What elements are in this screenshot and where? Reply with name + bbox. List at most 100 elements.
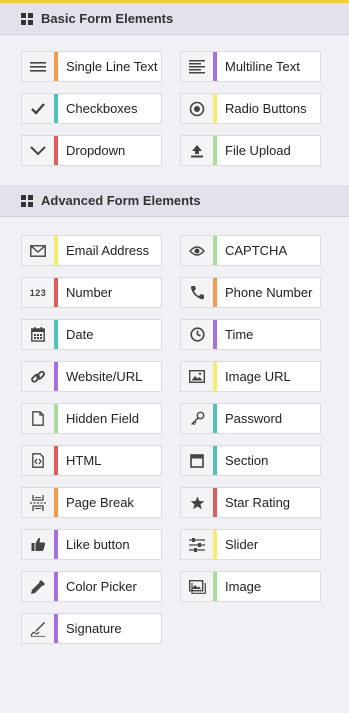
field-item-date[interactable]: Date xyxy=(21,319,162,350)
field-item-slider[interactable]: Slider xyxy=(180,529,321,560)
field-item-image[interactable]: Image xyxy=(180,571,321,602)
field-item-label: Multiline Text xyxy=(225,59,300,74)
color-bar xyxy=(213,320,217,349)
field-item-label: File Upload xyxy=(225,143,291,158)
field-item-captcha[interactable]: CAPTCHA xyxy=(180,235,321,266)
field-item-label: Color Picker xyxy=(66,579,137,594)
color-bar xyxy=(213,488,217,517)
color-bar xyxy=(213,136,217,165)
field-item-email-address[interactable]: Email Address xyxy=(21,235,162,266)
field-item-section[interactable]: Section xyxy=(180,445,321,476)
color-bar xyxy=(54,236,58,265)
phone-icon xyxy=(181,278,213,307)
field-item-time[interactable]: Time xyxy=(180,319,321,350)
image-icon xyxy=(181,572,213,601)
color-bar xyxy=(54,488,58,517)
chevron-down-icon xyxy=(22,136,54,165)
calendar-icon xyxy=(22,320,54,349)
field-item-label: Date xyxy=(66,327,94,342)
basic-section-title: Basic Form Elements xyxy=(41,11,174,26)
field-item-password[interactable]: Password xyxy=(180,403,321,434)
paragraph-icon xyxy=(181,52,213,81)
clock-icon xyxy=(181,320,213,349)
field-item-label: CAPTCHA xyxy=(225,243,288,258)
field-item-signature[interactable]: Signature xyxy=(21,613,162,644)
field-item-label: Image xyxy=(225,579,262,594)
color-bar xyxy=(213,572,217,601)
field-item-label: Single Line Text xyxy=(66,59,158,74)
field-item-hidden-field[interactable]: Hidden Field xyxy=(21,403,162,434)
field-item-file-upload[interactable]: File Upload xyxy=(180,135,321,166)
color-bar xyxy=(213,278,217,307)
field-item-label: Radio Buttons xyxy=(225,101,307,116)
section-icon xyxy=(181,446,213,475)
thumbs-up-icon xyxy=(22,530,54,559)
number-icon: 123 xyxy=(22,278,54,307)
field-item-radio-buttons[interactable]: Radio Buttons xyxy=(180,93,321,124)
field-item-label: Email Address xyxy=(66,243,150,258)
color-bar xyxy=(213,446,217,475)
field-item-label: HTML xyxy=(66,453,102,468)
field-item-image-url[interactable]: Image URL xyxy=(180,361,321,392)
radio-icon xyxy=(181,94,213,123)
field-item-label: Like button xyxy=(66,537,130,552)
field-item-label: Page Break xyxy=(66,495,134,510)
field-item-label: Signature xyxy=(66,621,122,636)
star-icon xyxy=(181,488,213,517)
color-bar xyxy=(54,136,58,165)
field-item-phone-number[interactable]: Phone Number xyxy=(180,277,321,308)
basic-section-header[interactable]: Basic Form Elements xyxy=(0,3,349,35)
check-icon xyxy=(22,94,54,123)
color-bar xyxy=(54,52,58,81)
grid-icon xyxy=(21,195,33,207)
color-bar xyxy=(54,404,58,433)
advanced-section-title: Advanced Form Elements xyxy=(41,193,201,208)
field-item-multiline-text[interactable]: Multiline Text xyxy=(180,51,321,82)
field-item-website-url[interactable]: Website/URL xyxy=(21,361,162,392)
slider-icon xyxy=(181,530,213,559)
link-icon xyxy=(22,362,54,391)
field-item-number[interactable]: 123 Number xyxy=(21,277,162,308)
field-item-html[interactable]: HTML xyxy=(21,445,162,476)
field-item-label: Dropdown xyxy=(66,143,126,158)
advanced-section-header[interactable]: Advanced Form Elements xyxy=(0,185,349,217)
color-bar xyxy=(213,94,217,123)
color-bar xyxy=(54,278,58,307)
color-bar xyxy=(213,236,217,265)
grid-icon xyxy=(21,13,33,25)
image-url-icon xyxy=(181,362,213,391)
field-item-label: Section xyxy=(225,453,269,468)
field-item-single-line-text[interactable]: Single Line Text xyxy=(21,51,162,82)
code-file-icon xyxy=(22,446,54,475)
field-item-dropdown[interactable]: Dropdown xyxy=(21,135,162,166)
field-item-label: Checkboxes xyxy=(66,101,138,116)
icon-text: 123 xyxy=(29,287,47,298)
color-bar xyxy=(54,446,58,475)
pen-icon xyxy=(22,614,54,643)
color-bar xyxy=(54,94,58,123)
field-item-like-button[interactable]: Like button xyxy=(21,529,162,560)
field-item-page-break[interactable]: Page Break xyxy=(21,487,162,518)
color-bar xyxy=(213,362,217,391)
color-bar xyxy=(213,530,217,559)
field-item-label: Website/URL xyxy=(66,369,143,384)
field-item-checkboxes[interactable]: Checkboxes xyxy=(21,93,162,124)
color-bar xyxy=(213,52,217,81)
field-item-label: Star Rating xyxy=(225,495,291,510)
color-bar xyxy=(54,572,58,601)
field-item-color-picker[interactable]: Color Picker xyxy=(21,571,162,602)
field-item-label: Time xyxy=(225,327,254,342)
color-bar xyxy=(54,614,58,643)
color-bar xyxy=(54,530,58,559)
envelope-icon xyxy=(22,236,54,265)
lines-icon xyxy=(22,52,54,81)
page-break-icon xyxy=(22,488,54,517)
eye-icon xyxy=(181,236,213,265)
field-item-label: Image URL xyxy=(225,369,291,384)
color-bar xyxy=(54,362,58,391)
field-item-star-rating[interactable]: Star Rating xyxy=(180,487,321,518)
field-item-label: Number xyxy=(66,285,113,300)
field-item-label: Slider xyxy=(225,537,259,552)
document-icon xyxy=(22,404,54,433)
field-item-label: Phone Number xyxy=(225,285,313,300)
